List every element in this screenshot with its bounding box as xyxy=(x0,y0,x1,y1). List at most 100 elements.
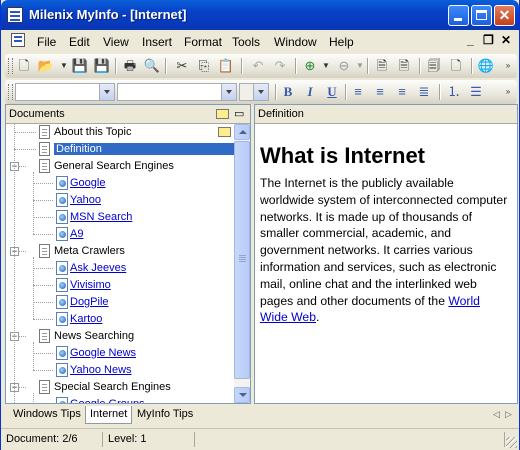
resize-grip[interactable] xyxy=(506,437,517,448)
print-preview-icon[interactable]: 🔍 xyxy=(143,57,161,75)
tree-connector xyxy=(33,393,34,403)
tree-connector xyxy=(33,172,34,234)
justify-icon[interactable]: ≣ xyxy=(415,83,433,101)
tree-item-web[interactable]: Ask Jeeves xyxy=(6,260,236,277)
menu-view[interactable]: View xyxy=(103,35,129,49)
paste-icon[interactable]: 📋 xyxy=(217,57,235,75)
menu-tools[interactable]: Tools xyxy=(232,35,260,49)
font-combo[interactable] xyxy=(117,83,237,101)
minimize-button[interactable] xyxy=(448,5,469,26)
menu-edit[interactable]: Edit xyxy=(69,35,90,49)
italic-button[interactable]: I xyxy=(301,83,319,101)
numbered-list-icon[interactable]: ⒈ xyxy=(445,83,463,101)
document-menu-icon[interactable] xyxy=(11,33,25,47)
tree-item-label: Yahoo xyxy=(70,194,101,206)
tree-connector xyxy=(14,124,15,403)
cut-icon[interactable]: ✂ xyxy=(173,57,191,75)
chevron-down-icon[interactable] xyxy=(99,84,114,100)
mdi-close-icon[interactable]: ✕ xyxy=(501,33,511,47)
document-icon xyxy=(39,142,50,156)
maximize-button[interactable] xyxy=(471,5,492,26)
add-node-dropdown-icon[interactable]: ▼ xyxy=(317,57,335,75)
open-folder-icon[interactable]: 📂 xyxy=(37,57,55,75)
attachment-icon[interactable]: 🗋 xyxy=(447,57,465,75)
tree-item-document[interactable]: − Special Search Engines xyxy=(6,379,236,396)
toolbar-separator xyxy=(115,58,117,74)
print-icon[interactable]: 🖶 xyxy=(121,57,139,75)
scroll-up-icon[interactable] xyxy=(234,124,250,140)
tab-next-icon[interactable]: ▷ xyxy=(505,409,512,420)
menu-format[interactable]: Format xyxy=(184,35,222,49)
align-right-icon[interactable]: ≡ xyxy=(393,83,411,101)
documents-header: Documents ▭ xyxy=(6,105,250,124)
scroll-thumb[interactable] xyxy=(234,141,250,379)
documents-scrollbar[interactable] xyxy=(234,124,250,403)
web-page-icon xyxy=(56,397,68,403)
web-page-icon xyxy=(56,312,68,326)
pane-options-icon[interactable] xyxy=(216,109,229,119)
copy-icon[interactable]: ⎘ xyxy=(195,57,213,75)
new-document-icon[interactable]: 🗋 xyxy=(15,57,33,75)
pane-close-icon[interactable]: ▭ xyxy=(234,107,244,120)
app-icon[interactable] xyxy=(7,7,23,23)
tree-item-web[interactable]: Kartoo xyxy=(6,311,236,328)
note-icon[interactable] xyxy=(218,127,231,137)
toolbar-separator xyxy=(275,84,277,100)
bulleted-list-icon[interactable]: ☰ xyxy=(467,83,485,101)
redo-icon[interactable]: ↷ xyxy=(271,57,289,75)
tree-item-web[interactable]: Google News xyxy=(6,345,236,362)
tree-item-document[interactable]: Definition xyxy=(6,141,236,158)
tree-item-web[interactable]: Yahoo News xyxy=(6,362,236,379)
tree-item-web[interactable]: Google xyxy=(6,175,236,192)
properties-icon[interactable]: 🗐 xyxy=(425,57,443,75)
save-all-icon[interactable]: 💾 xyxy=(93,57,111,75)
align-left-icon[interactable]: ≡ xyxy=(349,83,367,101)
tree-item-label: Google Groups xyxy=(70,398,145,403)
tree-item-document[interactable]: − News Searching xyxy=(6,328,236,345)
align-center-icon[interactable]: ≡ xyxy=(371,83,389,101)
export-icon[interactable]: 🗎 xyxy=(395,57,413,75)
style-combo[interactable] xyxy=(15,83,115,101)
tree-item-web[interactable]: Vivisimo xyxy=(6,277,236,294)
toolbar-separator xyxy=(165,58,167,74)
documents-tree[interactable]: About this Topic Definition − General Searc… xyxy=(6,124,236,403)
menu-window[interactable]: Window xyxy=(274,35,317,49)
undo-icon[interactable]: ↶ xyxy=(249,57,267,75)
menu-file[interactable]: File xyxy=(37,35,56,49)
underline-button[interactable]: U xyxy=(323,83,341,101)
tree-item-web[interactable]: A9 xyxy=(6,226,236,243)
toolbar-overflow-icon[interactable]: » xyxy=(499,83,517,101)
toolbar-overflow-icon[interactable]: » xyxy=(499,57,517,75)
editor-content[interactable]: What is Internet The Internet is the pub… xyxy=(260,143,510,326)
chevron-down-icon[interactable] xyxy=(221,84,236,100)
scroll-down-icon[interactable] xyxy=(234,387,250,403)
title-bar[interactable]: Milenix MyInfo - [Internet] ✕ xyxy=(1,0,519,30)
tab-windows-tips[interactable]: Windows Tips xyxy=(9,406,85,424)
font-size-combo[interactable] xyxy=(239,83,269,101)
menu-insert[interactable]: Insert xyxy=(142,35,172,49)
tab-prev-icon[interactable]: ◁ xyxy=(493,409,500,420)
tree-item-web[interactable]: Yahoo xyxy=(6,192,236,209)
toolbar-grip[interactable] xyxy=(8,58,13,74)
mdi-restore-icon[interactable]: ❐ xyxy=(483,33,494,47)
tab-myinfo-tips[interactable]: MyInfo Tips xyxy=(133,406,197,424)
tree-item-document[interactable]: − General Search Engines xyxy=(6,158,236,175)
tree-item-web[interactable]: DogPile xyxy=(6,294,236,311)
tree-item-document[interactable]: − Meta Crawlers xyxy=(6,243,236,260)
tree-item-web[interactable]: Google Groups xyxy=(6,396,236,403)
toolbar-separator xyxy=(241,58,243,74)
page-icon[interactable]: 🗎 xyxy=(373,57,391,75)
mdi-minimize-icon[interactable]: _ xyxy=(467,33,474,47)
web-icon[interactable]: 🌐 xyxy=(477,57,495,75)
toolbar-grip[interactable] xyxy=(8,84,13,100)
editor-title: Definition xyxy=(258,108,304,120)
menu-help[interactable]: Help xyxy=(329,35,354,49)
tree-item-document[interactable]: About this Topic xyxy=(6,124,236,141)
tab-internet[interactable]: Internet xyxy=(85,406,133,424)
tree-connector xyxy=(33,302,53,303)
bold-button[interactable]: B xyxy=(279,83,297,101)
close-button[interactable]: ✕ xyxy=(494,5,515,26)
save-icon[interactable]: 💾 xyxy=(71,57,89,75)
chevron-down-icon[interactable] xyxy=(253,84,268,100)
tree-item-web[interactable]: MSN Search xyxy=(6,209,236,226)
